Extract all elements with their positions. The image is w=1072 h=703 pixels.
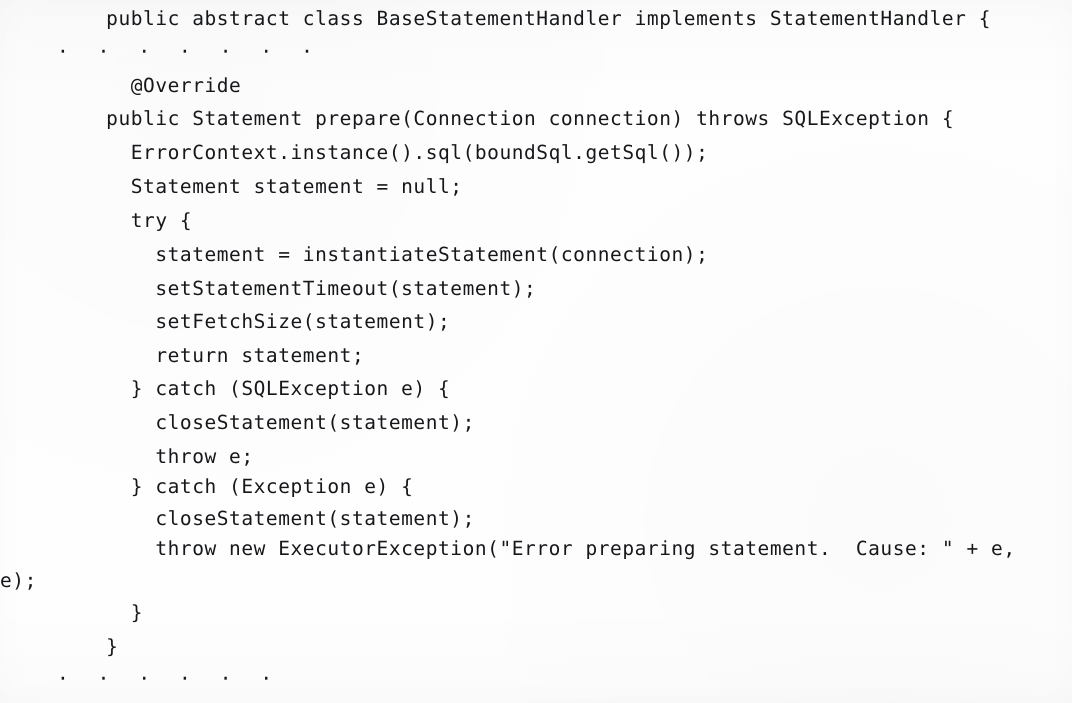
code-line-text: setFetchSize(statement); — [57, 310, 451, 333]
code-line: statement = instantiateStatement(connect… — [0, 238, 1072, 271]
code-line: throw new ExecutorException("Error prepa… — [0, 532, 1072, 565]
code-ellipsis: · · · · · · — [57, 667, 281, 690]
code-line-text: try { — [57, 209, 193, 232]
code-line-text: statement = instantiateStatement(connect… — [57, 243, 709, 266]
code-listing-page: public abstract class BaseStatementHandl… — [0, 0, 1072, 703]
code-line-text: e); — [0, 569, 37, 592]
code-line-text: } — [57, 635, 119, 658]
code-line: } catch (Exception e) { — [0, 470, 1072, 503]
code-line: @Override — [0, 69, 1072, 102]
code-line: closeStatement(statement); — [0, 406, 1072, 439]
code-line: closeStatement(statement); — [0, 502, 1072, 535]
code-line-text: } — [57, 601, 144, 624]
code-line: try { — [0, 204, 1072, 237]
code-ellipsis: · · · · · · · — [57, 40, 322, 63]
code-line-text: throw new ExecutorException("Error prepa… — [57, 537, 1016, 560]
code-line: } catch (SQLException e) { — [0, 372, 1072, 405]
code-line-text: public abstract class BaseStatementHandl… — [57, 7, 992, 30]
code-line: } — [0, 630, 1072, 663]
code-line-text: Statement statement = null; — [57, 175, 463, 198]
code-line-text: return statement; — [57, 344, 365, 367]
code-line-text: ErrorContext.instance().sql(boundSql.get… — [57, 141, 709, 164]
code-line-text: @Override — [57, 74, 242, 97]
code-line-text: } catch (SQLException e) { — [57, 377, 451, 400]
code-line-text: closeStatement(statement); — [57, 507, 475, 530]
code-line-text: closeStatement(statement); — [57, 411, 475, 434]
code-line: · · · · · · — [0, 662, 1072, 695]
code-line: } — [0, 596, 1072, 629]
code-line: Statement statement = null; — [0, 170, 1072, 203]
code-line: ErrorContext.instance().sql(boundSql.get… — [0, 136, 1072, 169]
code-line-text: throw e; — [57, 445, 254, 468]
code-line: return statement; — [0, 339, 1072, 372]
code-line-text: public Statement prepare(Connection conn… — [57, 107, 955, 130]
code-line-text: setStatementTimeout(statement); — [57, 277, 537, 300]
code-line: setFetchSize(statement); — [0, 305, 1072, 338]
code-line: public abstract class BaseStatementHandl… — [0, 2, 1072, 35]
code-line: throw e; — [0, 440, 1072, 473]
code-line: e); — [0, 564, 1072, 597]
code-line: setStatementTimeout(statement); — [0, 272, 1072, 305]
code-line-text: } catch (Exception e) { — [57, 475, 414, 498]
code-line: public Statement prepare(Connection conn… — [0, 102, 1072, 135]
code-line: · · · · · · · — [0, 35, 1072, 68]
